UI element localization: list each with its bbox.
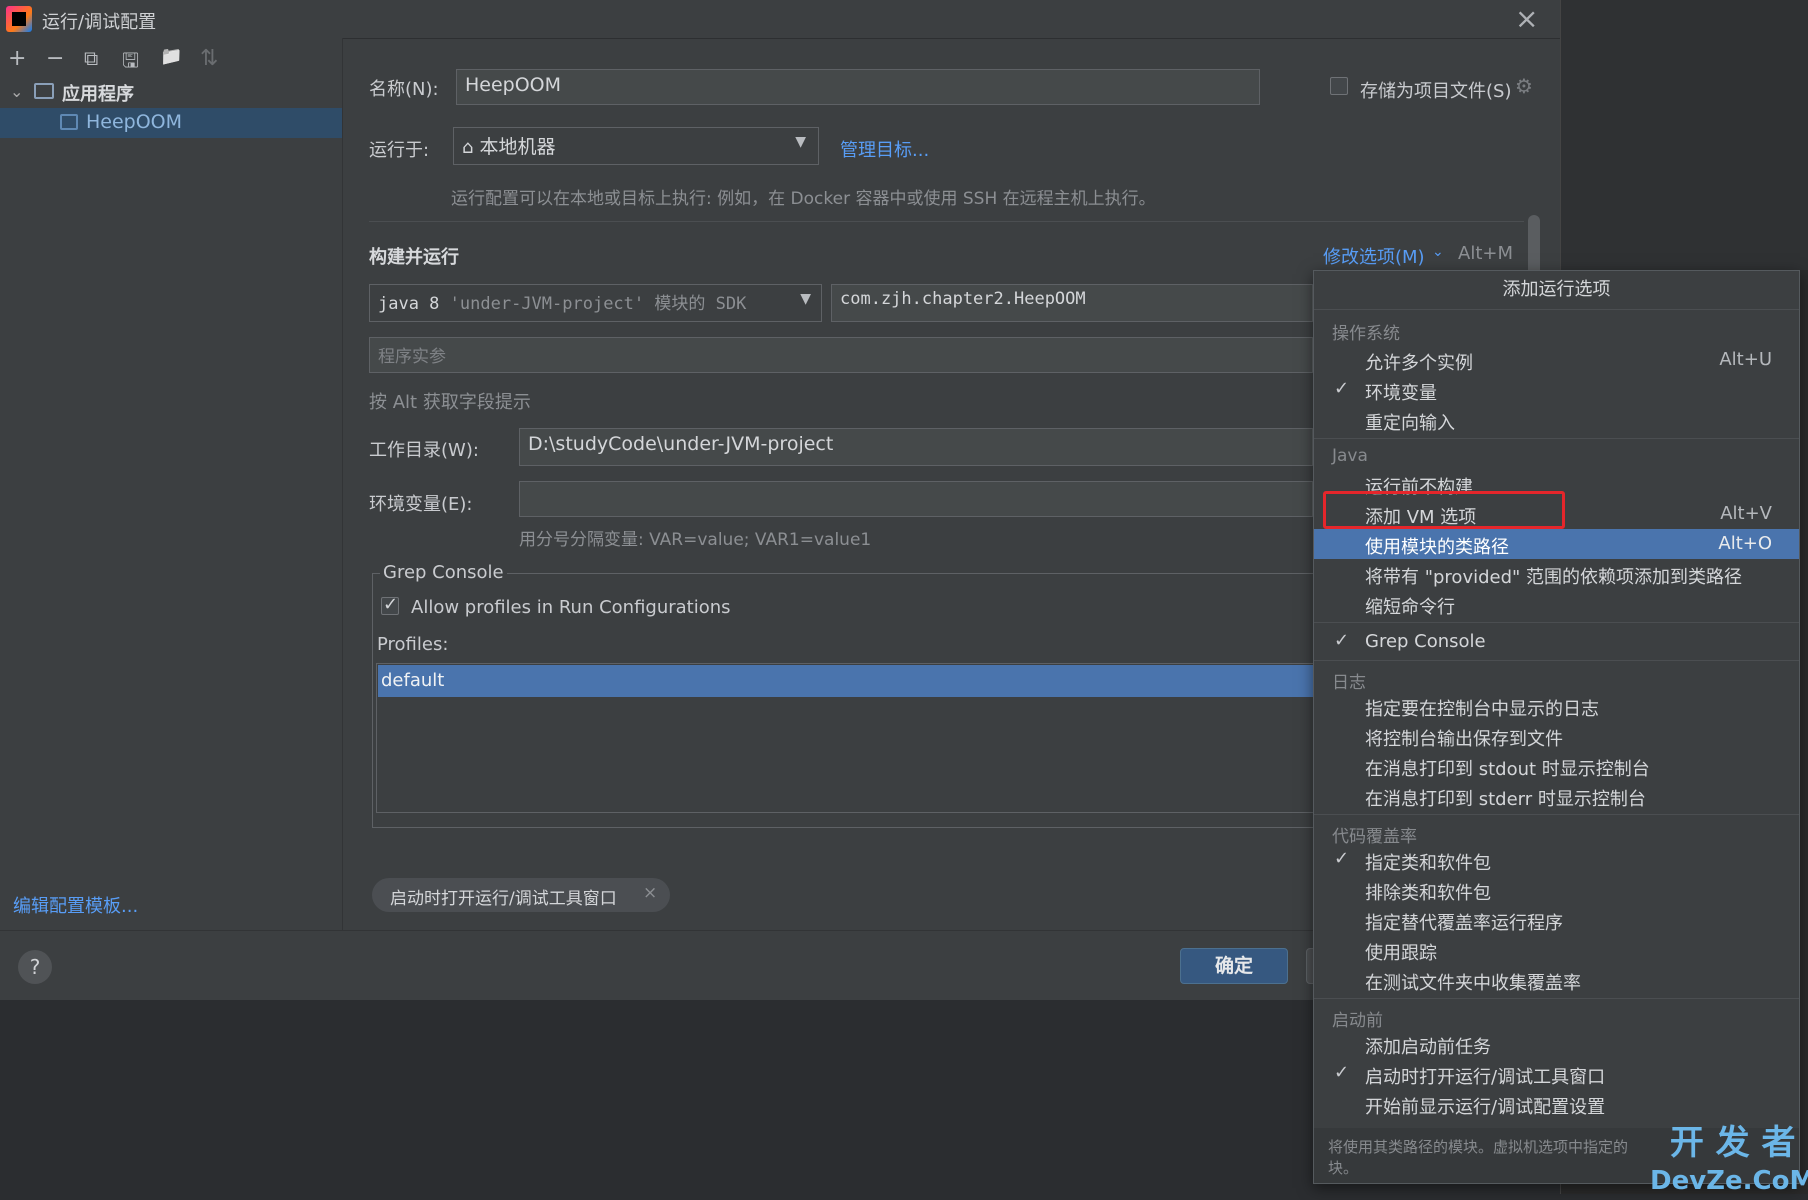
store-as-file-checkbox[interactable] (1330, 77, 1348, 95)
tree-item-heepoom[interactable]: HeepOOM (86, 111, 182, 133)
name-input[interactable]: HeepOOM (456, 69, 1260, 105)
grep-console-title: Grep Console (380, 562, 507, 583)
option-add-before-task[interactable]: 添加启动前任务 (1365, 1033, 1491, 1059)
divider (1314, 660, 1799, 661)
option-show-stdout[interactable]: 在消息打印到 stdout 时显示控制台 (1365, 755, 1650, 781)
env-input[interactable] (519, 481, 1313, 517)
divider (1314, 438, 1799, 439)
name-label: 名称(N): (369, 79, 439, 100)
profile-default: default (381, 670, 445, 691)
add-icon[interactable]: + (8, 46, 26, 71)
workdir-label: 工作目录(W): (369, 440, 479, 461)
window-title: 运行/调试配置 (42, 12, 157, 33)
modify-options-link[interactable]: 修改选项(M) (1323, 243, 1425, 269)
manage-targets-link[interactable]: 管理目标... (840, 136, 929, 162)
list-item[interactable] (378, 665, 1314, 697)
watermark-line-2: DevZe.CoM (1650, 1166, 1808, 1196)
edit-config-templates-link[interactable]: 编辑配置模板... (13, 892, 138, 918)
option-save-output[interactable]: 将控制台输出保存到文件 (1365, 725, 1563, 751)
run-on-label: 运行于: (369, 140, 430, 161)
close-icon[interactable]: × (643, 883, 657, 903)
run-on-value: 本地机器 (479, 136, 556, 158)
env-hint: 用分号分隔变量: VAR=value; VAR1=value1 (519, 530, 872, 550)
group-os: 操作系统 (1332, 324, 1400, 344)
option-allow-multiple[interactable]: 允许多个实例 (1365, 349, 1473, 375)
option-provided-deps[interactable]: 将带有 "provided" 范围的依赖项添加到类路径 (1365, 563, 1742, 589)
option-alt-coverage-runner[interactable]: 指定替代覆盖率运行程序 (1365, 909, 1563, 935)
jdk-version: java 8 (378, 294, 440, 314)
program-args-input[interactable]: 程序实参 (369, 337, 1313, 373)
profiles-label: Profiles: (377, 634, 449, 655)
save-icon[interactable]: 🖫 (122, 46, 139, 80)
option-exclude-classes[interactable]: 排除类和软件包 (1365, 879, 1491, 905)
check-icon: ✓ (1334, 378, 1350, 399)
chip-label: 启动时打开运行/调试工具窗口 (390, 889, 617, 909)
chevron-down-icon[interactable]: ⌄ (10, 82, 23, 101)
option-show-settings[interactable]: 开始前显示运行/调试配置设置 (1365, 1093, 1605, 1119)
watermark: 开 发 者 DevZe.CoM (1650, 1124, 1808, 1200)
option-use-tracing[interactable]: 使用跟踪 (1365, 939, 1437, 965)
remove-icon[interactable]: − (46, 46, 64, 71)
shortcut-alt-u: Alt+U (1719, 349, 1772, 370)
chevron-down-icon: ▼ (800, 291, 811, 307)
store-as-file-label: 存储为项目文件(S) (1360, 81, 1512, 102)
run-on-select[interactable]: ⌂ 本地机器 ▼ (453, 127, 819, 165)
check-icon: ✓ (1334, 630, 1350, 651)
gear-icon[interactable]: ⚙ (1515, 74, 1533, 98)
home-icon: ⌂ (462, 137, 474, 158)
group-before-launch: 启动前 (1332, 1011, 1383, 1031)
option-shorten-cmdline[interactable]: 缩短命令行 (1365, 593, 1455, 619)
divider (1314, 622, 1799, 623)
option-env-vars[interactable]: 环境变量 (1365, 379, 1437, 405)
watermark-line-1: 开 发 者 (1669, 1123, 1796, 1163)
chevron-down-icon: ⌄ (1432, 244, 1444, 260)
modify-options-shortcut: Alt+M (1458, 243, 1513, 264)
option-collect-test-coverage[interactable]: 在测试文件夹中收集覆盖率 (1365, 969, 1581, 995)
divider (1314, 998, 1799, 999)
chevron-down-icon: ▼ (795, 134, 806, 150)
option-grep-console[interactable]: Grep Console (1365, 631, 1486, 652)
option-logs-console[interactable]: 指定要在控制台中显示的日志 (1365, 695, 1599, 721)
allow-profiles-label: Allow profiles in Run Configurations (411, 597, 731, 618)
option-redirect-input[interactable]: 重定向输入 (1365, 409, 1455, 435)
application-config-icon (60, 114, 78, 130)
check-icon: ✓ (1334, 1062, 1350, 1083)
group-coverage: 代码覆盖率 (1332, 827, 1417, 847)
allow-profiles-checkbox[interactable] (381, 594, 399, 615)
option-specify-classes[interactable]: 指定类和软件包 (1365, 849, 1491, 875)
alt-hint: 按 Alt 获取字段提示 (369, 392, 531, 413)
check-icon: ✓ (1334, 848, 1350, 869)
new-folder-icon[interactable]: 📁 (160, 46, 182, 67)
close-icon[interactable]: × (1515, 2, 1538, 35)
build-run-title: 构建并运行 (369, 247, 459, 268)
option-show-stderr[interactable]: 在消息打印到 stderr 时显示控制台 (1365, 785, 1646, 811)
workdir-input[interactable]: D:\studyCode\under-JVM-project (519, 428, 1313, 466)
config-tree-panel (0, 38, 343, 930)
group-java: Java (1332, 446, 1368, 466)
help-button[interactable]: ? (18, 950, 52, 984)
divider (1314, 814, 1799, 815)
option-module-classpath[interactable]: 使用模块的类路径 (1365, 533, 1509, 559)
shortcut-alt-v: Alt+V (1720, 503, 1772, 524)
shortcut-alt-o: Alt+O (1718, 533, 1772, 554)
env-label: 环境变量(E): (369, 494, 473, 515)
jdk-select[interactable]: java 8 'under-JVM-project' 模块的 SDK ▼ (369, 284, 822, 322)
option-open-tool-window[interactable]: 启动时打开运行/调试工具窗口 (1365, 1063, 1605, 1089)
intellij-logo-icon (6, 6, 32, 32)
divider (369, 221, 1524, 222)
main-class-input[interactable]: com.zjh.chapter2.HeepOOM (831, 284, 1313, 322)
sort-icon[interactable]: ⇅ (200, 46, 218, 71)
jdk-module: 'under-JVM-project' 模块的 SDK (449, 294, 747, 314)
run-on-hint: 运行配置可以在本地或目标上执行: 例如，在 Docker 容器中或使用 SSH … (451, 189, 1156, 209)
popup-title: 添加运行选项 (1314, 271, 1799, 310)
copy-icon[interactable]: ⧉ (84, 46, 98, 70)
title-bar (0, 0, 1560, 39)
tree-root-application[interactable]: 应用程序 (62, 80, 134, 106)
ok-button[interactable]: 确定 (1180, 948, 1288, 984)
group-logs: 日志 (1332, 673, 1366, 693)
application-folder-icon (34, 83, 54, 99)
highlight-annotation (1323, 491, 1565, 529)
